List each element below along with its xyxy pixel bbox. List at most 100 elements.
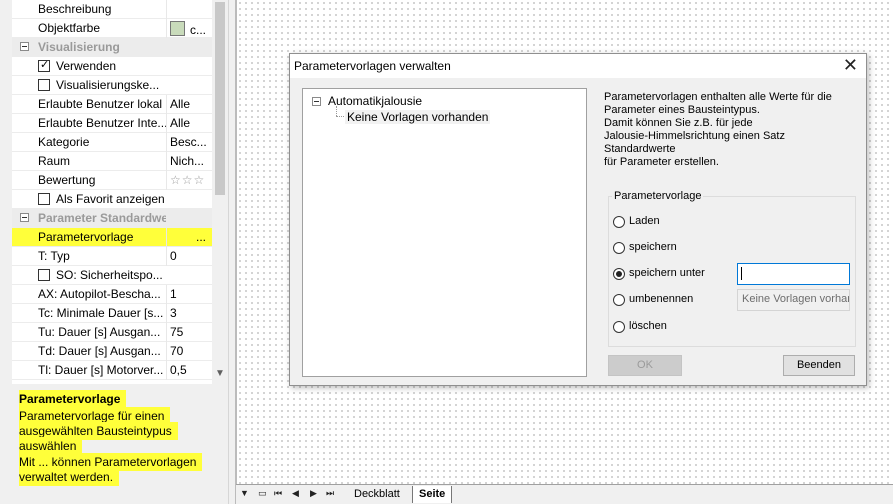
info-line: Jalousie-Himmelsrichtung einen Satz Stan… — [604, 130, 785, 155]
tree-node-no-templates[interactable]: Keine Vorlagen vorhanden — [345, 110, 491, 124]
beenden-button[interactable]: Beenden — [783, 355, 855, 376]
property-grid: Beschreibung Objektfarbe c... Visualisierun… — [12, 0, 228, 384]
column-separator — [166, 323, 167, 342]
radio-label-speichern[interactable]: speichern — [629, 241, 677, 253]
property-label: SO: Sicherheitspo... — [56, 268, 163, 282]
description-line: Mit ... können Parametervorlagen — [19, 453, 203, 471]
column-separator — [166, 95, 167, 114]
property-row-td-dauer-s-ausgan[interactable]: Td: Dauer [s] Ausgan... 70 — [12, 342, 224, 361]
property-row-tl-dauer-s-motorver[interactable]: Tl: Dauer [s] Motorver... 0,5 — [12, 361, 224, 380]
tree-connector — [336, 106, 338, 116]
column-separator — [166, 133, 167, 152]
radio-speichern-unter[interactable] — [613, 268, 625, 280]
property-row-tu-dauer-s-ausgan[interactable]: Tu: Dauer [s] Ausgan... 75 — [12, 323, 224, 342]
property-label: Objektfarbe — [38, 21, 101, 35]
next-page-icon[interactable]: ▶ — [310, 488, 317, 499]
column-separator — [166, 171, 167, 190]
radio-laden[interactable] — [613, 216, 625, 228]
column-separator — [166, 361, 167, 380]
panel-splitter[interactable] — [228, 0, 236, 504]
column-separator — [166, 285, 167, 304]
close-icon[interactable]: ✕ — [843, 55, 858, 76]
first-page-icon[interactable]: ⏮ — [274, 488, 282, 499]
collapse-icon[interactable] — [20, 42, 29, 51]
tree-collapse-icon[interactable] — [312, 97, 321, 106]
property-row-kategorie[interactable]: Kategorie Besc... — [12, 133, 224, 152]
group-label: Parametervorlage — [612, 190, 704, 202]
property-row-verwenden[interactable]: Verwenden — [12, 57, 224, 76]
checkbox[interactable] — [38, 269, 50, 281]
checkbox[interactable] — [38, 79, 50, 91]
category-visualisierung[interactable]: Visualisierung — [12, 38, 224, 57]
dialog-titlebar: Parametervorlagen verwalten ✕ — [290, 54, 866, 78]
property-row-objektfarbe[interactable]: Objektfarbe c... — [12, 19, 224, 38]
description-title: Parametervorlage — [19, 390, 127, 408]
radio-speichern[interactable] — [613, 242, 625, 254]
property-label: Als Favorit anzeigen — [56, 192, 165, 206]
description-title-text: Parametervorlage — [19, 390, 127, 408]
property-row-ax-autopilot-bescha[interactable]: AX: Autopilot-Bescha... 1 — [12, 285, 224, 304]
info-line: Parameter eines Bausteintypus. — [604, 104, 760, 116]
page-tab-bar: ▼ ▭ ⏮ ◀ ▶ ⏭ Deckblatt Seite — [236, 484, 893, 504]
property-label: Erlaubte Benutzer Inte... — [38, 116, 166, 130]
description-line: auswählen — [19, 437, 83, 455]
column-separator — [166, 114, 167, 133]
property-label: Tu: Dauer [s] Ausgan... — [38, 325, 161, 339]
save-as-name-input[interactable] — [737, 263, 850, 285]
ok-button[interactable]: OK — [608, 355, 682, 376]
page-icon[interactable]: ▭ — [258, 488, 267, 499]
property-row-erlaubte-benutzer-inte[interactable]: Erlaubte Benutzer Inte... Alle — [12, 114, 224, 133]
radio-label-umbenennen[interactable]: umbenennen — [629, 293, 693, 305]
description-line: ausgewählten Bausteintypus — [19, 422, 178, 440]
property-row-visualisierungske[interactable]: Visualisierungske... — [12, 76, 224, 95]
dialog-title: Parametervorlagen verwalten — [294, 59, 451, 73]
column-separator — [166, 0, 167, 19]
description-line: Parametervorlage für einen — [19, 407, 171, 425]
manage-templates-dialog: Parametervorlagen verwalten ✕ Automatikj… — [289, 53, 867, 386]
dialog-info-text: Parametervorlagen enthalten alle Werte f… — [604, 91, 859, 169]
tab-deckblatt[interactable]: Deckblatt — [348, 486, 406, 503]
property-label: Verwenden — [56, 59, 117, 73]
property-row-so-sicherheitspo[interactable]: SO: Sicherheitspo... — [12, 266, 224, 285]
property-row-t-typ[interactable]: T: Typ 0 — [12, 247, 224, 266]
checkbox[interactable] — [38, 58, 50, 72]
property-label: Beschreibung — [38, 2, 112, 16]
collapse-icon[interactable] — [20, 213, 29, 222]
description-panel: Parametervorlage Parametervorlage für ei… — [12, 386, 228, 504]
info-line: Parametervorlagen enthalten alle Werte f… — [604, 91, 832, 103]
tab-seite[interactable]: Seite — [412, 486, 453, 503]
column-separator — [166, 228, 167, 247]
scroll-down-arrow-icon[interactable]: ▼ — [214, 368, 226, 379]
category-label: Parameter Standardwert — [38, 211, 166, 225]
property-row-bewertung[interactable]: Bewertung ☆☆☆ — [12, 171, 224, 190]
radio-label-loeschen[interactable]: löschen — [629, 320, 667, 332]
previous-page-icon[interactable]: ◀ — [292, 488, 299, 499]
property-row-tc-minimale-dauer-s[interactable]: Tc: Minimale Dauer [s... 3 — [12, 304, 224, 323]
radio-loeschen[interactable] — [613, 321, 625, 333]
last-page-icon[interactable]: ⏭ — [326, 488, 334, 499]
property-label: Parametervorlage — [38, 230, 134, 244]
property-label: Tl: Dauer [s] Motorver... — [38, 363, 164, 377]
property-row-raum[interactable]: Raum Nich... — [12, 152, 224, 171]
tree-node-automatikjalousie[interactable]: Automatikjalousie — [328, 94, 422, 108]
radio-umbenennen[interactable] — [613, 294, 625, 306]
info-line: Damit können Sie z.B. für jede — [604, 117, 753, 129]
checkbox[interactable] — [38, 193, 50, 205]
description-line: verwaltet werden. — [19, 468, 120, 486]
radio-label-laden[interactable]: Laden — [629, 215, 660, 227]
property-row-erlaubte-benutzer-lokal[interactable]: Erlaubte Benutzer lokal Alle — [12, 95, 224, 114]
property-row-parametervorlage[interactable]: Parametervorlage... — [12, 228, 224, 247]
property-row-beschreibung[interactable]: Beschreibung — [12, 0, 224, 19]
property-label: T: Typ — [38, 249, 70, 263]
property-row-als-favorit-anzeigen[interactable]: Als Favorit anzeigen — [12, 190, 224, 209]
rename-input[interactable]: Keine Vorlagen vorhar — [737, 289, 850, 311]
description-line-text: verwaltet werden. — [19, 468, 120, 486]
dropdown-arrow-icon[interactable]: ▼ — [240, 488, 249, 498]
template-tree[interactable]: Automatikjalousie Keine Vorlagen vorhand… — [302, 88, 587, 377]
scrollbar-thumb[interactable] — [215, 2, 225, 195]
color-swatch[interactable] — [170, 21, 185, 36]
property-grid-scrollbar[interactable]: ▼ — [212, 0, 228, 384]
category-parameter-standardwert[interactable]: Parameter Standardwert — [12, 209, 224, 228]
property-label: Kategorie — [38, 135, 90, 149]
radio-label-speichern-unter[interactable]: speichern unter — [629, 267, 705, 279]
